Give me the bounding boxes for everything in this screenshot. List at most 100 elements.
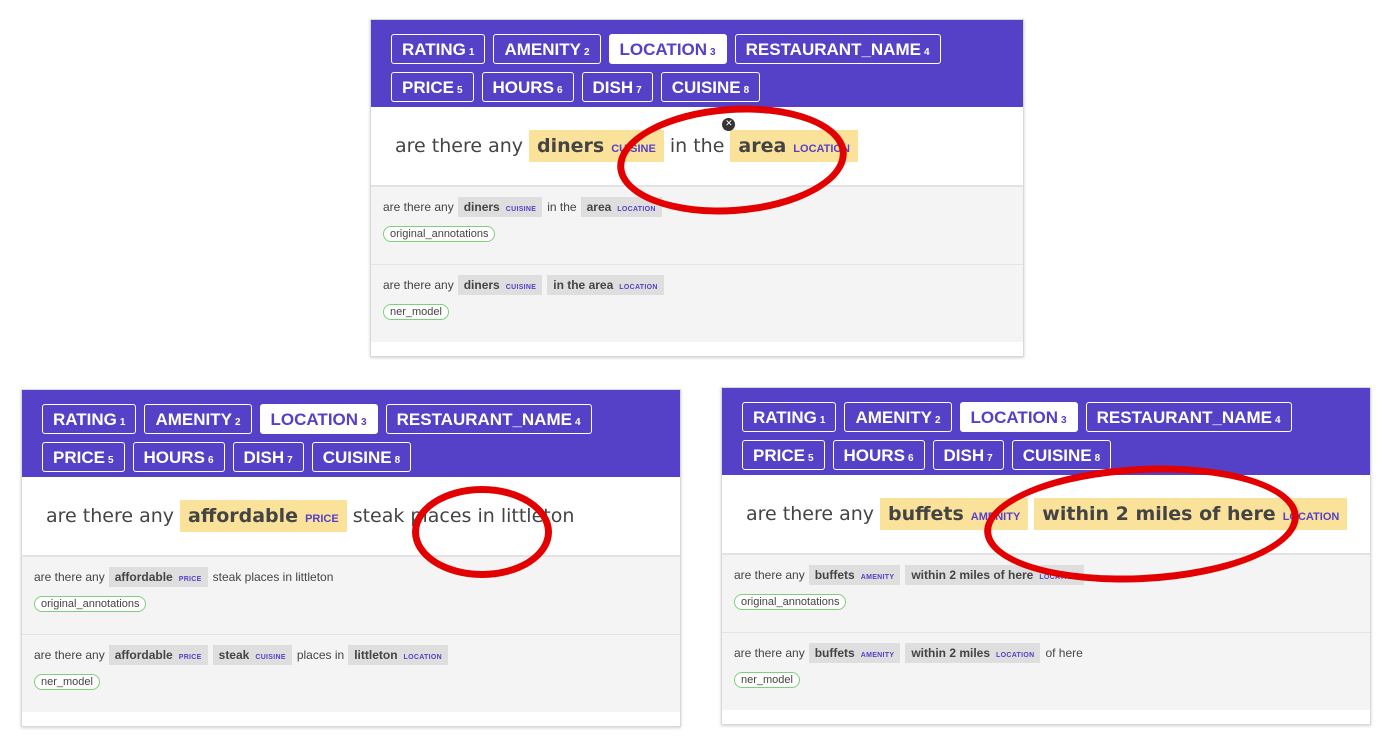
prediction-entity: in the area LOCATION (547, 275, 664, 295)
label-name: AMENITY (155, 410, 232, 429)
prediction-row[interactable]: are there any diners CUISINE in the area LOC… (371, 264, 1023, 342)
label-shortcut: 5 (107, 455, 114, 466)
entity-span[interactable]: buffets AMENITY (880, 498, 1029, 530)
annotated-sentence: are there any buffets AMENITY within 2 mile… (722, 475, 1370, 554)
sentence-text: are there any (34, 648, 105, 662)
source-badge: ner_model (34, 674, 100, 690)
label-button-restaurant-name[interactable]: RESTAURANT_NAME 4 (734, 34, 941, 64)
label-button-restaurant-name[interactable]: RESTAURANT_NAME 4 (385, 404, 592, 434)
label-shortcut: 2 (583, 47, 590, 58)
label-shortcut: 3 (710, 47, 716, 58)
label-button-dish[interactable]: DISH 7 (581, 72, 653, 102)
label-name: DISH (943, 446, 985, 465)
sentence-text: in the (669, 135, 725, 157)
prediction-row[interactable]: are there any diners CUISINE in the area LOCA… (371, 186, 1023, 264)
label-name: RATING (402, 40, 466, 59)
label-button-amenity[interactable]: AMENITY 2 (844, 402, 952, 432)
label-button-amenity[interactable]: AMENITY 2 (144, 404, 252, 434)
label-button-cuisine[interactable]: CUISINE 8 (1011, 440, 1112, 470)
label-row: RATING 1 AMENITY 2 LOCATION 3 RESTAURANT_NAME 4 (391, 34, 1023, 64)
label-name: DISH (592, 78, 634, 97)
label-button-rating[interactable]: RATING 1 (391, 34, 486, 64)
label-shortcut: 6 (207, 455, 214, 466)
label-name: AMENITY (504, 40, 581, 59)
annotated-sentence: are there any diners CUISINE in the ✕ area LOC… (371, 107, 1023, 186)
prediction-entity: diners CUISINE (457, 275, 543, 295)
entity-label: LOCATION (617, 206, 656, 213)
prediction-row[interactable]: are there any buffets AMENITY within 2 mile… (722, 632, 1370, 710)
label-name: PRICE (53, 448, 105, 467)
entity-span[interactable]: affordable PRICE (180, 500, 347, 532)
label-name: RATING (753, 408, 817, 427)
label-shortcut: 1 (819, 415, 826, 426)
entity-label: LOCATION (619, 284, 658, 291)
label-row: PRICE 5 HOURS 6 DISH 7 CUISINE 8 (42, 442, 680, 472)
entity-text: diners (463, 278, 500, 292)
prediction-entity: within 2 miles LOCATION (905, 643, 1041, 663)
sentence-text: are there any (734, 568, 805, 582)
label-button-rating[interactable]: RATING 1 (742, 402, 837, 432)
source-badge: original_annotations (34, 596, 147, 612)
entity-label: AMENITY (860, 574, 895, 581)
entity-text: within 2 miles of here (1042, 503, 1276, 525)
entity-label: CUISINE (255, 654, 286, 661)
label-button-restaurant-name[interactable]: RESTAURANT_NAME 4 (1085, 402, 1292, 432)
label-button-rating[interactable]: RATING 1 (42, 404, 137, 434)
label-button-dish[interactable]: DISH 7 (232, 442, 304, 472)
sentence-text: steak places in littleton (212, 570, 334, 584)
entity-label: AMENITY (860, 652, 895, 659)
label-shortcut: 1 (468, 47, 475, 58)
entity-text: area (586, 200, 612, 214)
prediction-row[interactable]: are there any affordable PRICE steak places… (22, 556, 680, 634)
label-button-cuisine[interactable]: CUISINE 8 (311, 442, 412, 472)
label-row: PRICE 5 HOURS 6 DISH 7 CUISINE 8 (391, 72, 1023, 102)
label-name: HOURS (843, 446, 905, 465)
entity-label: PRICE (178, 654, 202, 661)
label-name: AMENITY (855, 408, 932, 427)
close-icon[interactable]: ✕ (722, 118, 736, 131)
label-bar: RATING 1 AMENITY 2 LOCATION 3 RESTAURANT_NAME 4… (722, 388, 1370, 475)
label-button-price[interactable]: PRICE 5 (42, 442, 125, 472)
label-button-location[interactable]: LOCATION 3 (959, 402, 1078, 432)
entity-span[interactable]: ✕ area LOCATION (722, 118, 858, 162)
entity-label: CUISINE (611, 143, 656, 155)
entity-text: in the area (553, 278, 614, 292)
prediction-sentence: are there any buffets AMENITY within 2 mile… (734, 642, 1358, 664)
label-name: LOCATION (970, 408, 1059, 427)
label-button-amenity[interactable]: AMENITY 2 (493, 34, 601, 64)
prediction-row[interactable]: are there any buffets AMENITY within 2 mile… (722, 554, 1370, 632)
label-name: HOURS (143, 448, 205, 467)
label-shortcut: 8 (743, 85, 750, 96)
label-button-hours[interactable]: HOURS 6 (132, 442, 225, 472)
label-shortcut: 6 (556, 85, 563, 96)
prediction-entity: area LOCATION (580, 197, 662, 217)
entity-text: within 2 miles (911, 646, 991, 660)
label-name: HOURS (492, 78, 554, 97)
label-button-location[interactable]: LOCATION 3 (259, 404, 378, 434)
entity-text: area (738, 135, 787, 157)
label-button-cuisine[interactable]: CUISINE 8 (660, 72, 761, 102)
prediction-row[interactable]: are there any affordable PRICE steak CUISINE… (22, 634, 680, 712)
label-button-hours[interactable]: HOURS 6 (481, 72, 574, 102)
entity-text: affordable (114, 570, 173, 584)
label-button-price[interactable]: PRICE 5 (742, 440, 825, 470)
entity-span[interactable]: within 2 miles of here LOCATION (1034, 498, 1348, 530)
label-button-location[interactable]: LOCATION 3 (608, 34, 727, 64)
prediction-entity: affordable PRICE (108, 567, 208, 587)
prediction-sentence: are there any affordable PRICE steak CUISINE… (34, 644, 668, 666)
entity-text: affordable (114, 648, 173, 662)
label-button-hours[interactable]: HOURS 6 (832, 440, 925, 470)
entity-span[interactable]: diners CUISINE (529, 130, 664, 162)
label-shortcut: 5 (807, 453, 814, 464)
entity-text: buffets (814, 646, 855, 660)
entity-label: LOCATION (996, 652, 1035, 659)
label-name: RESTAURANT_NAME (1096, 408, 1272, 427)
annotation-panel-3: RATING 1 AMENITY 2 LOCATION 3 RESTAURANT_NAME 4… (721, 387, 1371, 725)
label-button-price[interactable]: PRICE 5 (391, 72, 474, 102)
label-name: PRICE (402, 78, 454, 97)
label-button-dish[interactable]: DISH 7 (932, 440, 1004, 470)
entity-text: steak (218, 648, 250, 662)
prediction-entity: within 2 miles of here LOCATION (905, 565, 1084, 585)
label-name: CUISINE (671, 78, 741, 97)
label-name: LOCATION (270, 410, 359, 429)
